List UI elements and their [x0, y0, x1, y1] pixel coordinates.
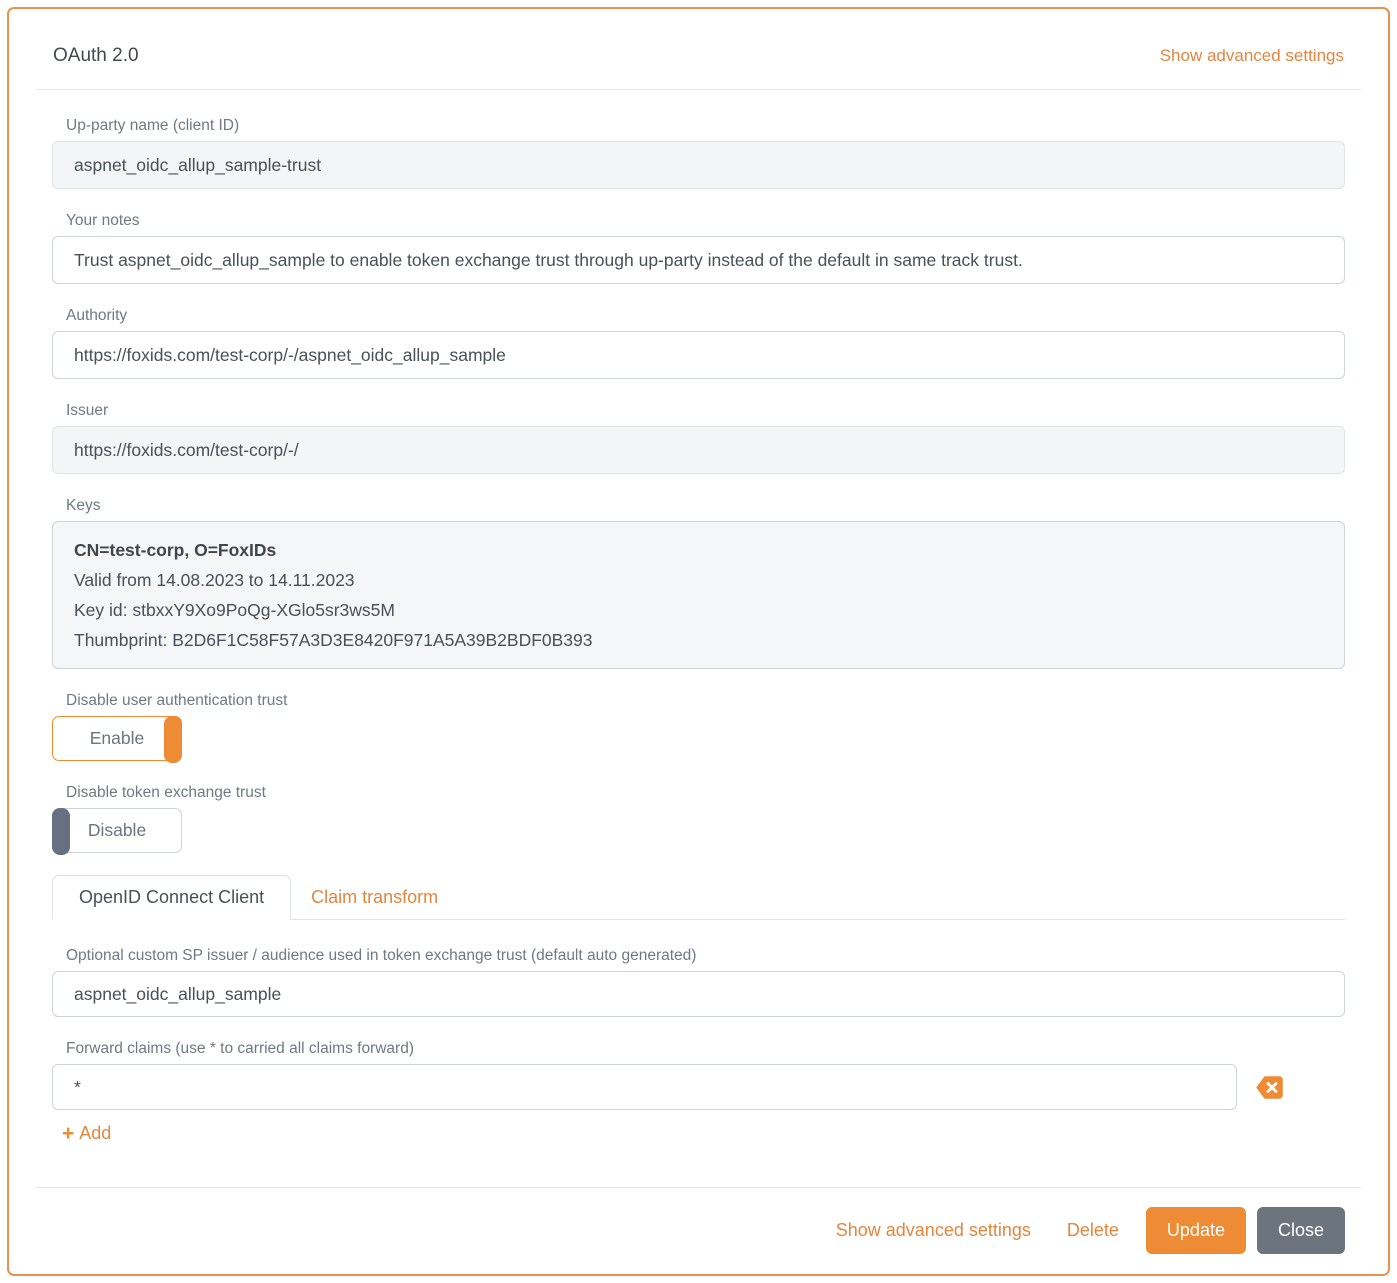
toggle-handle — [52, 808, 70, 855]
forward-claims-input[interactable] — [52, 1064, 1237, 1110]
forward-claims-row — [52, 1064, 1345, 1110]
delete-link[interactable]: Delete — [1067, 1220, 1119, 1241]
disable-token-exchange-trust-group: Disable token exchange trust Disable — [52, 783, 1345, 853]
sp-issuer-input[interactable] — [52, 971, 1345, 1017]
keys-summary: CN=test-corp, O=FoxIDs Valid from 14.08.… — [52, 521, 1345, 669]
toggle-text: Enable — [90, 728, 145, 749]
notes-group: Your notes — [52, 211, 1345, 284]
plus-icon: + — [62, 1124, 74, 1144]
authority-group: Authority — [52, 306, 1345, 379]
oauth-settings-panel: OAuth 2.0 Show advanced settings Up-part… — [7, 7, 1390, 1276]
remove-claim-button[interactable] — [1256, 1076, 1283, 1099]
key-id: Key id: stbxxY9Xo9PoQg-XGlo5sr3ws5M — [74, 595, 1323, 625]
issuer-label: Issuer — [66, 401, 1345, 420]
tab-content: Optional custom SP issuer / audience use… — [52, 920, 1345, 1145]
forward-claims-group: Forward claims (use * to carried all cla… — [52, 1039, 1345, 1145]
up-party-name-group: Up-party name (client ID) — [52, 116, 1345, 189]
show-advanced-settings-link-bottom[interactable]: Show advanced settings — [836, 1220, 1031, 1241]
authority-input[interactable] — [52, 331, 1345, 379]
panel-header: OAuth 2.0 Show advanced settings — [9, 9, 1388, 89]
panel-footer: Show advanced settings Delete Update Clo… — [9, 1188, 1388, 1254]
add-claim-label: Add — [79, 1123, 111, 1144]
disable-user-auth-trust-label: Disable user authentication trust — [66, 691, 1345, 710]
form-body: Up-party name (client ID) Your notes Aut… — [9, 90, 1388, 1145]
key-subject: CN=test-corp, O=FoxIDs — [74, 535, 1323, 565]
up-party-name-label: Up-party name (client ID) — [66, 116, 1345, 135]
show-advanced-settings-link-top[interactable]: Show advanced settings — [1160, 46, 1344, 66]
toggle-handle — [164, 716, 182, 763]
sp-issuer-group: Optional custom SP issuer / audience use… — [52, 946, 1345, 1017]
tab-bar: OpenID Connect Client Claim transform — [52, 875, 1345, 920]
sp-issuer-label: Optional custom SP issuer / audience use… — [66, 946, 1345, 965]
tab-openid-connect-client[interactable]: OpenID Connect Client — [52, 875, 291, 920]
disable-token-exchange-trust-toggle[interactable]: Disable — [52, 808, 182, 853]
backspace-icon — [1256, 1076, 1283, 1099]
disable-token-exchange-trust-label: Disable token exchange trust — [66, 783, 1345, 802]
tab-claim-transform[interactable]: Claim transform — [291, 876, 458, 919]
update-button[interactable]: Update — [1146, 1207, 1246, 1254]
close-button[interactable]: Close — [1257, 1207, 1345, 1254]
toggle-text: Disable — [88, 820, 146, 841]
notes-input[interactable] — [52, 236, 1345, 284]
key-thumbprint: Thumbprint: B2D6F1C58F57A3D3E8420F971A5A… — [74, 625, 1323, 655]
keys-group: Keys CN=test-corp, O=FoxIDs Valid from 1… — [52, 496, 1345, 669]
keys-label: Keys — [66, 496, 1345, 515]
disable-user-auth-trust-toggle[interactable]: Enable — [52, 716, 182, 761]
authority-label: Authority — [66, 306, 1345, 325]
up-party-name-input — [52, 141, 1345, 189]
add-claim-link[interactable]: + Add — [62, 1123, 111, 1144]
key-validity: Valid from 14.08.2023 to 14.11.2023 — [74, 565, 1323, 595]
issuer-group: Issuer — [52, 401, 1345, 474]
page-title: OAuth 2.0 — [53, 45, 139, 67]
disable-user-auth-trust-group: Disable user authentication trust Enable — [52, 691, 1345, 761]
notes-label: Your notes — [66, 211, 1345, 230]
issuer-input — [52, 426, 1345, 474]
forward-claims-label: Forward claims (use * to carried all cla… — [66, 1039, 1345, 1058]
